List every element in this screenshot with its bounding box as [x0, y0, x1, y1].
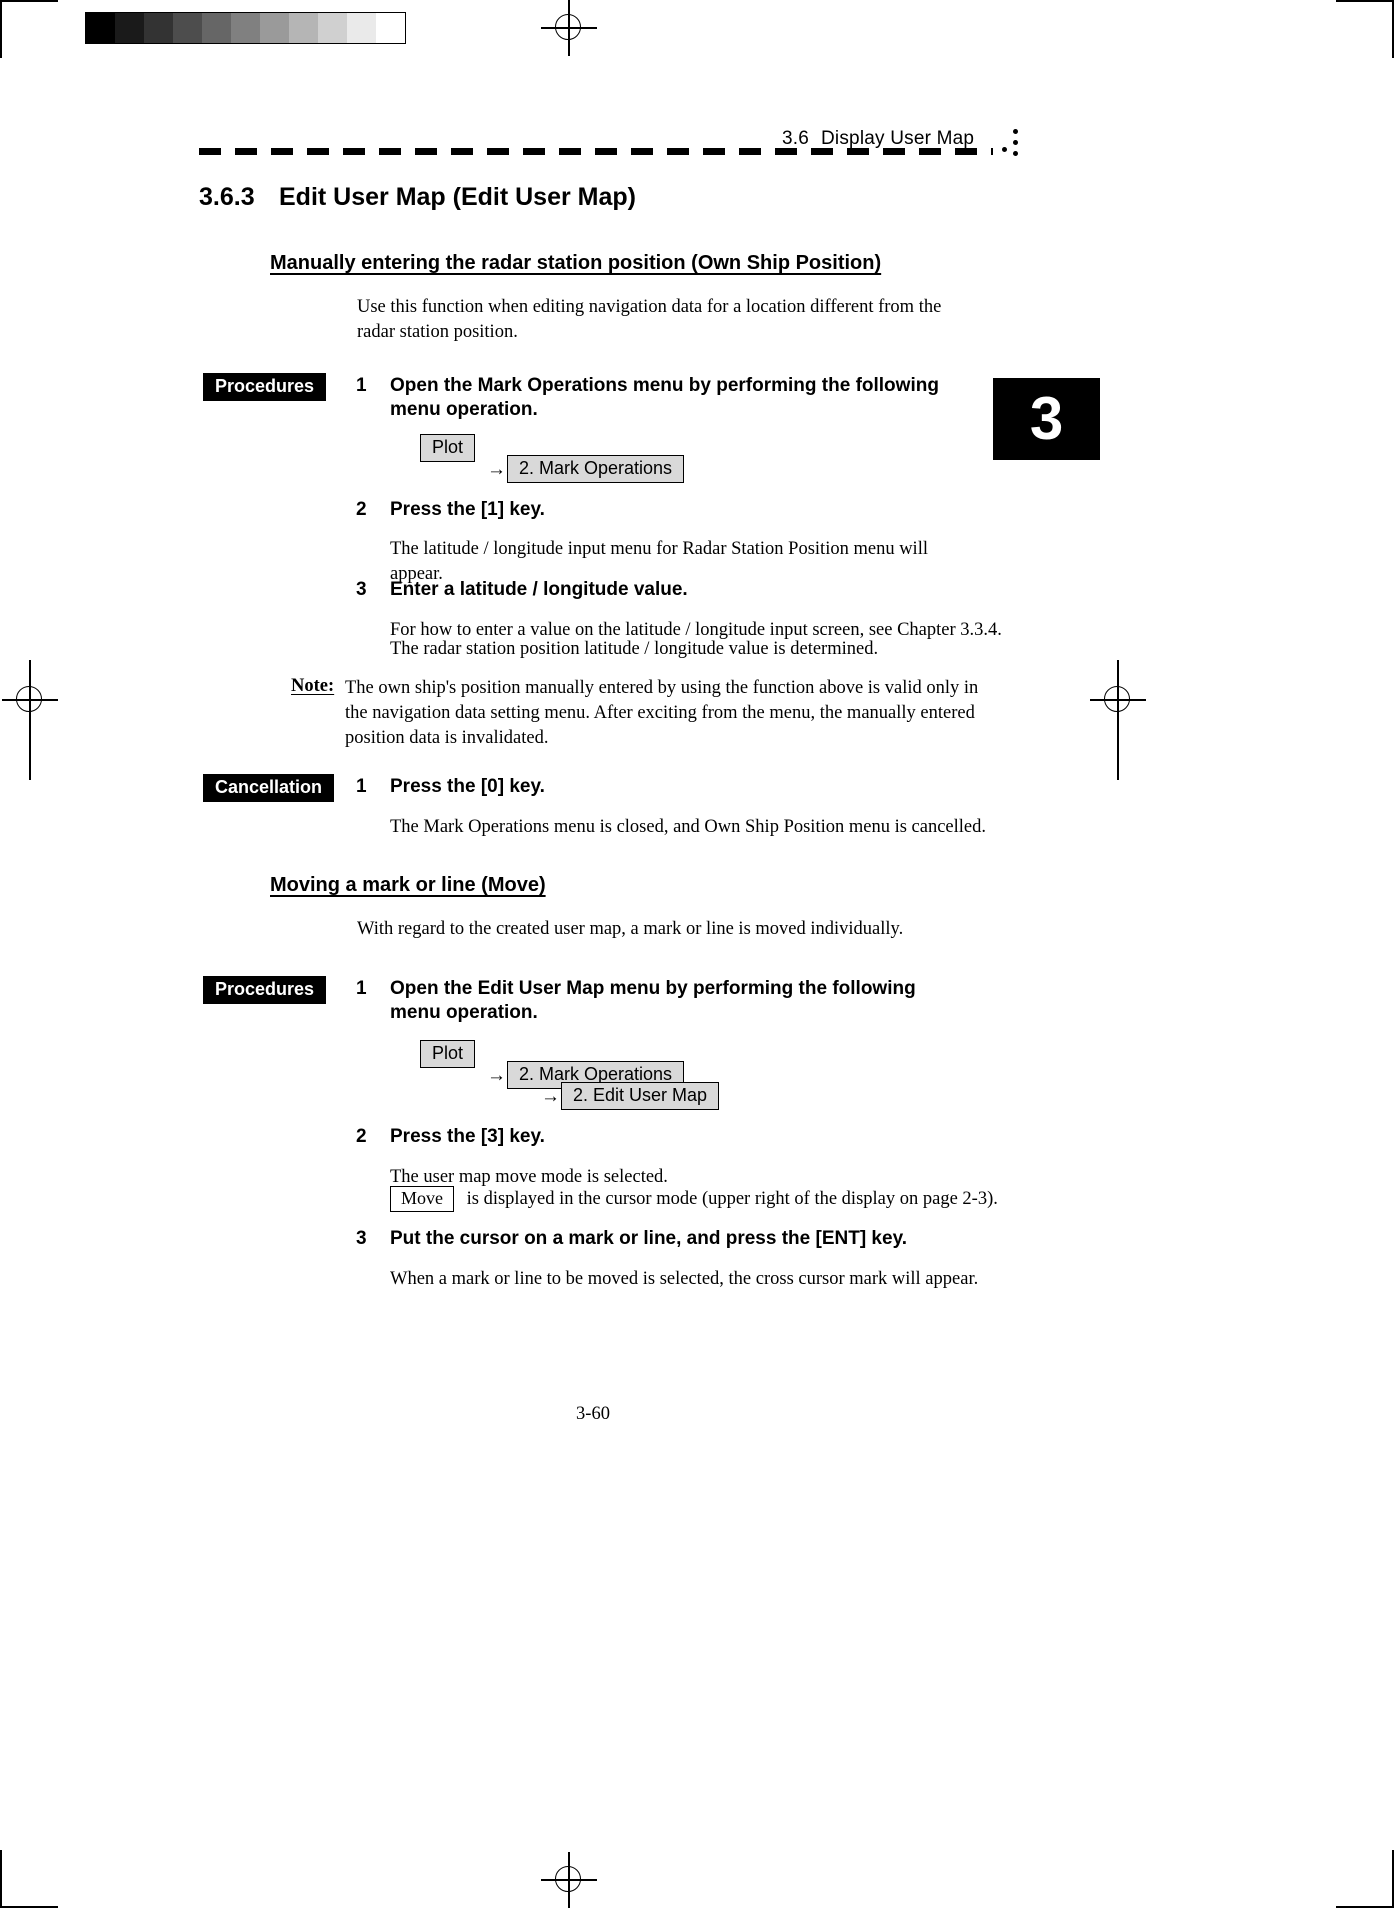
- step-b2-title: Press the [3] key.: [390, 1126, 545, 1147]
- step-cancel-1-title: Press the [0] key.: [390, 776, 545, 797]
- header-dot-ornament: [1002, 128, 1022, 156]
- step-a3: 3 Enter a latitude / longitude value.: [356, 578, 688, 602]
- page-title: 3.6.3 Edit User Map (Edit User Map): [199, 183, 636, 212]
- note-label: Note:: [291, 676, 335, 696]
- menu-box-plot[interactable]: Plot: [420, 434, 476, 462]
- menu-path-a-level1: Plot: [420, 434, 476, 462]
- section-title-text: Edit User Map (Edit User Map): [279, 183, 636, 211]
- step-cancel-1-detail: The Mark Operations menu is closed, and …: [390, 817, 987, 837]
- step-b2-number: 2: [356, 1126, 367, 1147]
- step-cancel-1: 1 Press the [0] key.: [356, 775, 545, 799]
- step-b3: 3 Put the cursor on a mark or line, and …: [356, 1227, 907, 1251]
- running-header-number: 3.6: [782, 128, 810, 149]
- running-header-title: Display User Map: [821, 128, 975, 149]
- note-text: The own ship's position manually entered…: [345, 678, 979, 748]
- step-cancel-1-number: 1: [356, 776, 367, 797]
- step-a1-title: Open the Mark Operations menu by perform…: [390, 375, 939, 420]
- step-a2-number: 2: [356, 499, 367, 520]
- procedures-tag-a: Procedures: [203, 373, 327, 401]
- step-b2: 2 Press the [3] key.: [356, 1125, 545, 1149]
- menu-box-plot-2[interactable]: Plot: [420, 1040, 476, 1068]
- header-dashed-rule: [199, 148, 993, 155]
- step-b2-detail-row: Move is displayed in the cursor mode (up…: [390, 1186, 1030, 1212]
- menu-path-b-level3: → 2. Edit User Map: [541, 1082, 720, 1110]
- section-number: 3.6.3: [199, 183, 255, 211]
- subsection-a-intro: Use this function when editing navigatio…: [357, 297, 942, 342]
- step-b1-title: Open the Edit User Map menu by performin…: [390, 978, 916, 1023]
- arrow-icon: →: [487, 1064, 506, 1086]
- manual-page: 3.6 Display User Map 3 3.6.3 Edit User Map…: [0, 0, 1394, 1908]
- procedures-tag-b: Procedures: [203, 976, 327, 1004]
- step-b2-detail-line2: is displayed in the cursor mode (upper r…: [466, 1189, 998, 1209]
- step-a3-number: 3: [356, 579, 367, 600]
- chapter-thumb-tab: 3: [993, 378, 1100, 460]
- step-a3-title: Enter a latitude / longitude value.: [390, 579, 688, 600]
- subsection-b-heading: Moving a mark or line (Move): [270, 874, 546, 896]
- cursor-mode-move-box: Move: [390, 1186, 454, 1212]
- cancellation-tag: Cancellation: [203, 774, 335, 802]
- arrow-icon: →: [487, 458, 506, 480]
- page-number: 3-60: [576, 1404, 610, 1424]
- step-b1-number: 1: [356, 978, 367, 999]
- arrow-icon: →: [541, 1085, 560, 1107]
- menu-path-b-level1: Plot: [420, 1040, 476, 1068]
- subsection-b-intro: With regard to the created user map, a m…: [357, 919, 904, 939]
- step-b3-title: Put the cursor on a mark or line, and pr…: [390, 1228, 907, 1249]
- step-a1: 1 Open the Mark Operations menu by perfo…: [356, 374, 970, 422]
- step-a2: 2 Press the [1] key.: [356, 498, 545, 522]
- step-a2-title: Press the [1] key.: [390, 499, 545, 520]
- step-a3-detail-line2: The radar station position latitude / lo…: [390, 639, 879, 659]
- menu-box-edit-user-map[interactable]: 2. Edit User Map: [561, 1082, 720, 1110]
- step-b3-detail: When a mark or line to be moved is selec…: [390, 1269, 979, 1289]
- step-a1-number: 1: [356, 375, 367, 396]
- subsection-a-heading: Manually entering the radar station posi…: [270, 252, 882, 274]
- running-header: 3.6 Display User Map: [782, 128, 974, 150]
- menu-path-a-level2: → 2. Mark Operations: [487, 455, 685, 483]
- step-b3-number: 3: [356, 1228, 367, 1249]
- step-b1: 1 Open the Edit User Map menu by perform…: [356, 977, 960, 1025]
- menu-box-mark-operations[interactable]: 2. Mark Operations: [507, 455, 685, 483]
